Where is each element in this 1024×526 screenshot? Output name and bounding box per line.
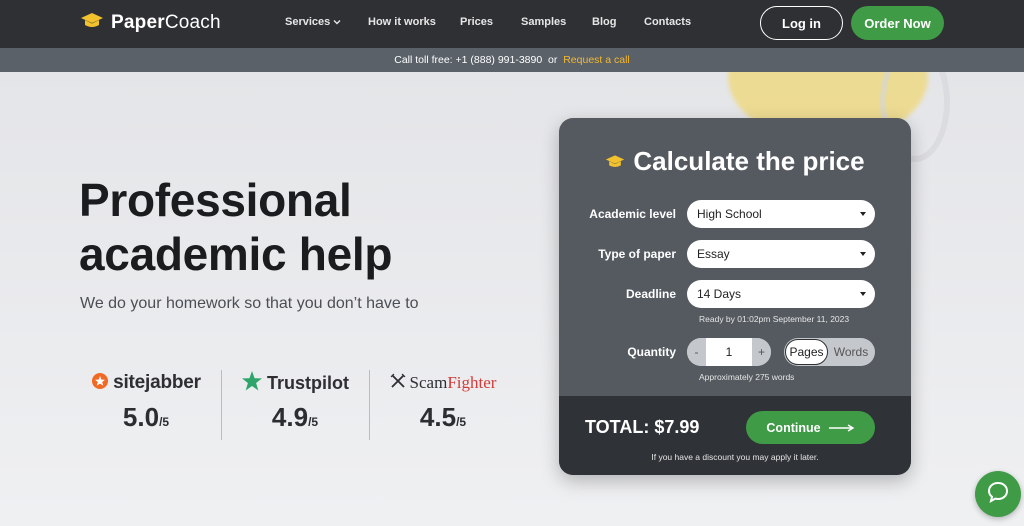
contact-bar: Call toll free: +1 (888) 991-3890 or Req… bbox=[0, 48, 1024, 72]
unit-pages-option[interactable]: Pages bbox=[785, 339, 828, 365]
deadline-label: Deadline bbox=[625, 287, 676, 301]
discount-note: If you have a discount you may apply it … bbox=[651, 452, 819, 462]
quantity-stepper: - 1 + bbox=[687, 338, 771, 366]
logo[interactable]: PaperCoach bbox=[80, 10, 221, 36]
chat-button[interactable] bbox=[975, 471, 1021, 517]
scamfighter-label: ScamFighter bbox=[409, 373, 497, 392]
trustpilot-label: Trustpilot bbox=[267, 372, 349, 393]
graduation-cap-icon bbox=[80, 12, 104, 35]
nav-how-it-works[interactable]: How it works bbox=[368, 16, 436, 28]
academic-level-select[interactable]: High School bbox=[687, 200, 875, 228]
page-title: Professional academic help bbox=[79, 174, 393, 280]
top-header: PaperCoach Services How it works Prices … bbox=[0, 0, 1024, 48]
unit-words-option[interactable]: Words bbox=[831, 338, 871, 366]
deadline-select[interactable]: 14 Days bbox=[687, 280, 875, 308]
rating-trustpilot: Trustpilot 4.9/5 bbox=[222, 368, 368, 442]
arrow-right-icon bbox=[828, 421, 855, 435]
nav-contacts[interactable]: Contacts bbox=[644, 16, 691, 28]
paper-type-select[interactable]: Essay bbox=[687, 240, 875, 268]
quantity-input[interactable]: 1 bbox=[706, 338, 752, 366]
graduation-cap-icon bbox=[605, 146, 625, 177]
chevron-down-icon bbox=[860, 212, 866, 216]
logo-text: PaperCoach bbox=[111, 12, 221, 33]
chevron-down-icon bbox=[860, 292, 866, 296]
rating-sitejabber: sitejabber 5.0/5 bbox=[72, 368, 220, 442]
sitejabber-score: 5.0/5 bbox=[122, 402, 170, 432]
nav-blog[interactable]: Blog bbox=[592, 16, 616, 28]
chat-icon bbox=[986, 480, 1010, 509]
trustpilot-score: 4.9/5 bbox=[271, 402, 319, 432]
rating-scamfighter: ScamFighter 4.5/5 bbox=[370, 368, 516, 442]
chevron-down-icon bbox=[333, 16, 341, 28]
trustpilot-star-icon bbox=[241, 370, 263, 397]
login-button[interactable]: Log in bbox=[760, 6, 843, 40]
deadline-note: Ready by 01:02pm September 11, 2023 bbox=[699, 314, 850, 324]
scamfighter-icon bbox=[390, 373, 406, 394]
quantity-decrease-button[interactable]: - bbox=[687, 338, 706, 366]
nav-prices[interactable]: Prices bbox=[460, 16, 493, 28]
sitejabber-label: sitejabber bbox=[113, 372, 201, 393]
words-note: Approximately 275 words bbox=[699, 372, 795, 382]
ratings-row: sitejabber 5.0/5 Trustpilot 4.9/5 ScamFi… bbox=[72, 368, 512, 442]
paper-type-label: Type of paper bbox=[598, 247, 676, 261]
request-call-link[interactable]: Request a call bbox=[563, 54, 630, 66]
unit-toggle: Pages Words bbox=[784, 338, 875, 366]
chevron-down-icon bbox=[860, 252, 866, 256]
calculator-footer: TOTAL: $7.99 Continue If you have a disc… bbox=[559, 396, 911, 475]
total-price: TOTAL: $7.99 bbox=[585, 417, 700, 437]
order-now-button[interactable]: Order Now bbox=[851, 6, 944, 40]
continue-button[interactable]: Continue bbox=[746, 411, 875, 444]
price-calculator: Calculate the price Academic level High … bbox=[559, 118, 911, 475]
quantity-increase-button[interactable]: + bbox=[752, 338, 771, 366]
nav-services[interactable]: Services bbox=[285, 16, 341, 28]
scamfighter-score: 4.5/5 bbox=[419, 402, 467, 432]
toll-free-text: Call toll free: +1 (888) 991-3890 or bbox=[394, 54, 564, 66]
page-subtitle: We do your homework so that you don’t ha… bbox=[80, 295, 419, 312]
calculator-title: Calculate the price bbox=[559, 146, 911, 177]
sitejabber-icon bbox=[91, 372, 109, 395]
academic-level-label: Academic level bbox=[589, 207, 676, 221]
quantity-label: Quantity bbox=[627, 345, 676, 359]
nav-samples[interactable]: Samples bbox=[521, 16, 566, 28]
